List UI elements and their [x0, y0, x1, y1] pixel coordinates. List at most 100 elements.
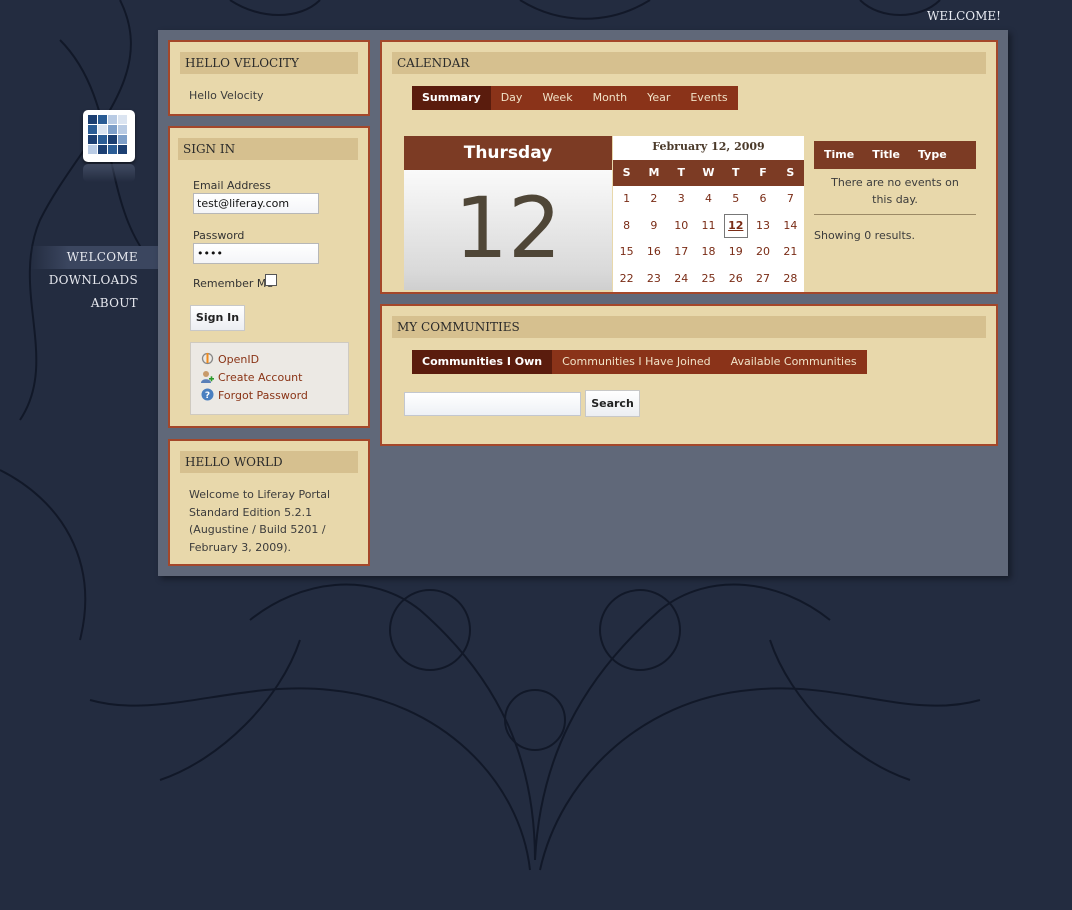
- calendar-week-row: 8 9 10 11 12 13 14: [613, 213, 804, 240]
- calendar-day[interactable]: 1: [613, 186, 640, 213]
- calendar-day[interactable]: 5: [722, 186, 749, 213]
- hello-world-body: Welcome to Liferay Portal Standard Editi…: [189, 486, 330, 556]
- help-icon: ?: [201, 388, 214, 401]
- openid-link[interactable]: OpenID: [201, 352, 259, 368]
- calendar-day-today[interactable]: 12: [722, 213, 749, 240]
- tab-year[interactable]: Year: [637, 86, 680, 110]
- tab-communities-joined[interactable]: Communities I Have Joined: [552, 350, 720, 374]
- calendar-day[interactable]: 24: [668, 266, 695, 293]
- calendar-day[interactable]: 27: [749, 266, 776, 293]
- calendar-day[interactable]: 11: [695, 213, 722, 240]
- openid-link-label: OpenID: [218, 353, 260, 366]
- email-label: Email Address: [193, 179, 271, 192]
- create-account-link[interactable]: Create Account: [201, 370, 302, 386]
- forgot-password-link-label: Forgot Password: [218, 389, 308, 402]
- calendar-day[interactable]: 7: [777, 186, 804, 213]
- weekday-label: S: [622, 166, 631, 179]
- side-navigation: WELCOME DOWNLOADS ABOUT: [0, 246, 158, 315]
- tab-week[interactable]: Week: [532, 86, 582, 110]
- tab-communities-own[interactable]: Communities I Own: [412, 350, 553, 374]
- weekday-label: T: [732, 166, 740, 179]
- calendar-day[interactable]: 10: [668, 213, 695, 240]
- nav-item-welcome[interactable]: WELCOME: [30, 246, 158, 269]
- day-card: Thursday 12: [404, 136, 612, 290]
- calendar-day[interactable]: 23: [640, 266, 667, 293]
- calendar-day[interactable]: 2: [640, 186, 667, 213]
- calendar-week-row: 1 2 3 4 5 6 7: [613, 186, 804, 213]
- welcome-banner: WELCOME!: [927, 9, 1001, 23]
- calendar-day[interactable]: 17: [668, 239, 695, 266]
- calendar-tabs: Summary Day Week Month Year Events: [412, 86, 738, 110]
- calendar-day[interactable]: 25: [695, 266, 722, 293]
- sign-in-links: OpenID Create Account ? Forgot Password: [190, 342, 349, 415]
- tab-summary[interactable]: Summary: [412, 86, 491, 110]
- weekday-label: M: [648, 166, 660, 179]
- day-name: Thursday: [404, 136, 612, 170]
- tab-day[interactable]: Day: [491, 86, 533, 110]
- hello-world-line: Standard Edition 5.2.1: [189, 505, 313, 519]
- events-col-time[interactable]: Time: [814, 141, 854, 169]
- events-col-title[interactable]: Title: [854, 141, 900, 169]
- calendar-day[interactable]: 4: [695, 186, 722, 213]
- mini-calendar-weekdays: S M T W T F S: [613, 160, 804, 186]
- content-shell: HELLO VELOCITY Hello Velocity SIGN IN Em…: [158, 30, 1008, 576]
- communities-search-input[interactable]: [404, 392, 581, 416]
- calendar-day[interactable]: 13: [749, 213, 776, 240]
- calendar-day[interactable]: 26: [722, 266, 749, 293]
- calendar-day[interactable]: 22: [613, 266, 640, 293]
- remember-me-checkbox[interactable]: [265, 274, 277, 286]
- liferay-logo[interactable]: [83, 110, 135, 162]
- calendar-day[interactable]: 20: [749, 239, 776, 266]
- communities-portlet: MY COMMUNITIES Communities I Own Communi…: [380, 304, 998, 446]
- calendar-day[interactable]: 21: [777, 239, 804, 266]
- no-events-message: There are no events on this day.: [831, 176, 959, 206]
- calendar-week-row: 22 23 24 25 26 27 28: [613, 266, 804, 293]
- search-button[interactable]: Search: [585, 390, 640, 417]
- communities-tabs: Communities I Own Communities I Have Joi…: [412, 350, 867, 374]
- remember-me-label: Remember Me: [193, 277, 274, 290]
- hello-world-title: HELLO WORLD: [180, 451, 358, 473]
- weekday-label: T: [677, 166, 685, 179]
- nav-item-downloads[interactable]: DOWNLOADS: [0, 269, 158, 292]
- hello-world-line: February 3, 2009).: [189, 540, 292, 554]
- mini-calendar-title: February 12, 2009: [652, 140, 765, 153]
- sign-in-button[interactable]: Sign In: [190, 305, 245, 331]
- calendar-day[interactable]: 8: [613, 213, 640, 240]
- password-label: Password: [193, 229, 245, 242]
- email-field[interactable]: [193, 193, 319, 214]
- tab-month[interactable]: Month: [583, 86, 637, 110]
- calendar-day[interactable]: 19: [722, 239, 749, 266]
- calendar-portlet: CALENDAR Summary Day Week Month Year Eve…: [380, 40, 998, 294]
- sign-in-portlet: SIGN IN Email Address Password Remember …: [168, 126, 370, 428]
- tab-events[interactable]: Events: [680, 86, 737, 110]
- calendar-day[interactable]: 6: [749, 186, 776, 213]
- mini-calendar: February 12, 2009 S M T W T F S 1 2 3 4 …: [613, 136, 804, 292]
- logo-reflection: [83, 164, 135, 182]
- calendar-title: CALENDAR: [392, 52, 986, 74]
- nav-item-about[interactable]: ABOUT: [0, 292, 158, 315]
- calendar-day[interactable]: 16: [640, 239, 667, 266]
- events-divider: [814, 214, 976, 215]
- password-field[interactable]: [193, 243, 319, 264]
- weekday-label: F: [759, 166, 767, 179]
- calendar-day[interactable]: 28: [777, 266, 804, 293]
- sign-in-title: SIGN IN: [178, 138, 358, 160]
- events-col-type[interactable]: Type: [900, 141, 947, 169]
- weekday-label: S: [786, 166, 795, 179]
- forgot-password-link[interactable]: ? Forgot Password: [201, 388, 308, 404]
- tab-communities-available[interactable]: Available Communities: [721, 350, 867, 374]
- day-number: 12: [404, 170, 612, 290]
- add-user-icon: [201, 370, 214, 383]
- openid-icon: [201, 352, 214, 365]
- calendar-day[interactable]: 14: [777, 213, 804, 240]
- events-results-count: Showing 0 results.: [814, 229, 916, 242]
- today-label: 12: [723, 213, 748, 238]
- hello-world-line: Welcome to Liferay Portal: [189, 488, 331, 501]
- calendar-day[interactable]: 9: [640, 213, 667, 240]
- communities-title: MY COMMUNITIES: [392, 316, 986, 338]
- calendar-day[interactable]: 3: [668, 186, 695, 213]
- hello-velocity-title: HELLO VELOCITY: [180, 52, 358, 74]
- calendar-day[interactable]: 15: [613, 239, 640, 266]
- hello-velocity-portlet: HELLO VELOCITY Hello Velocity: [168, 40, 370, 116]
- calendar-day[interactable]: 18: [695, 239, 722, 266]
